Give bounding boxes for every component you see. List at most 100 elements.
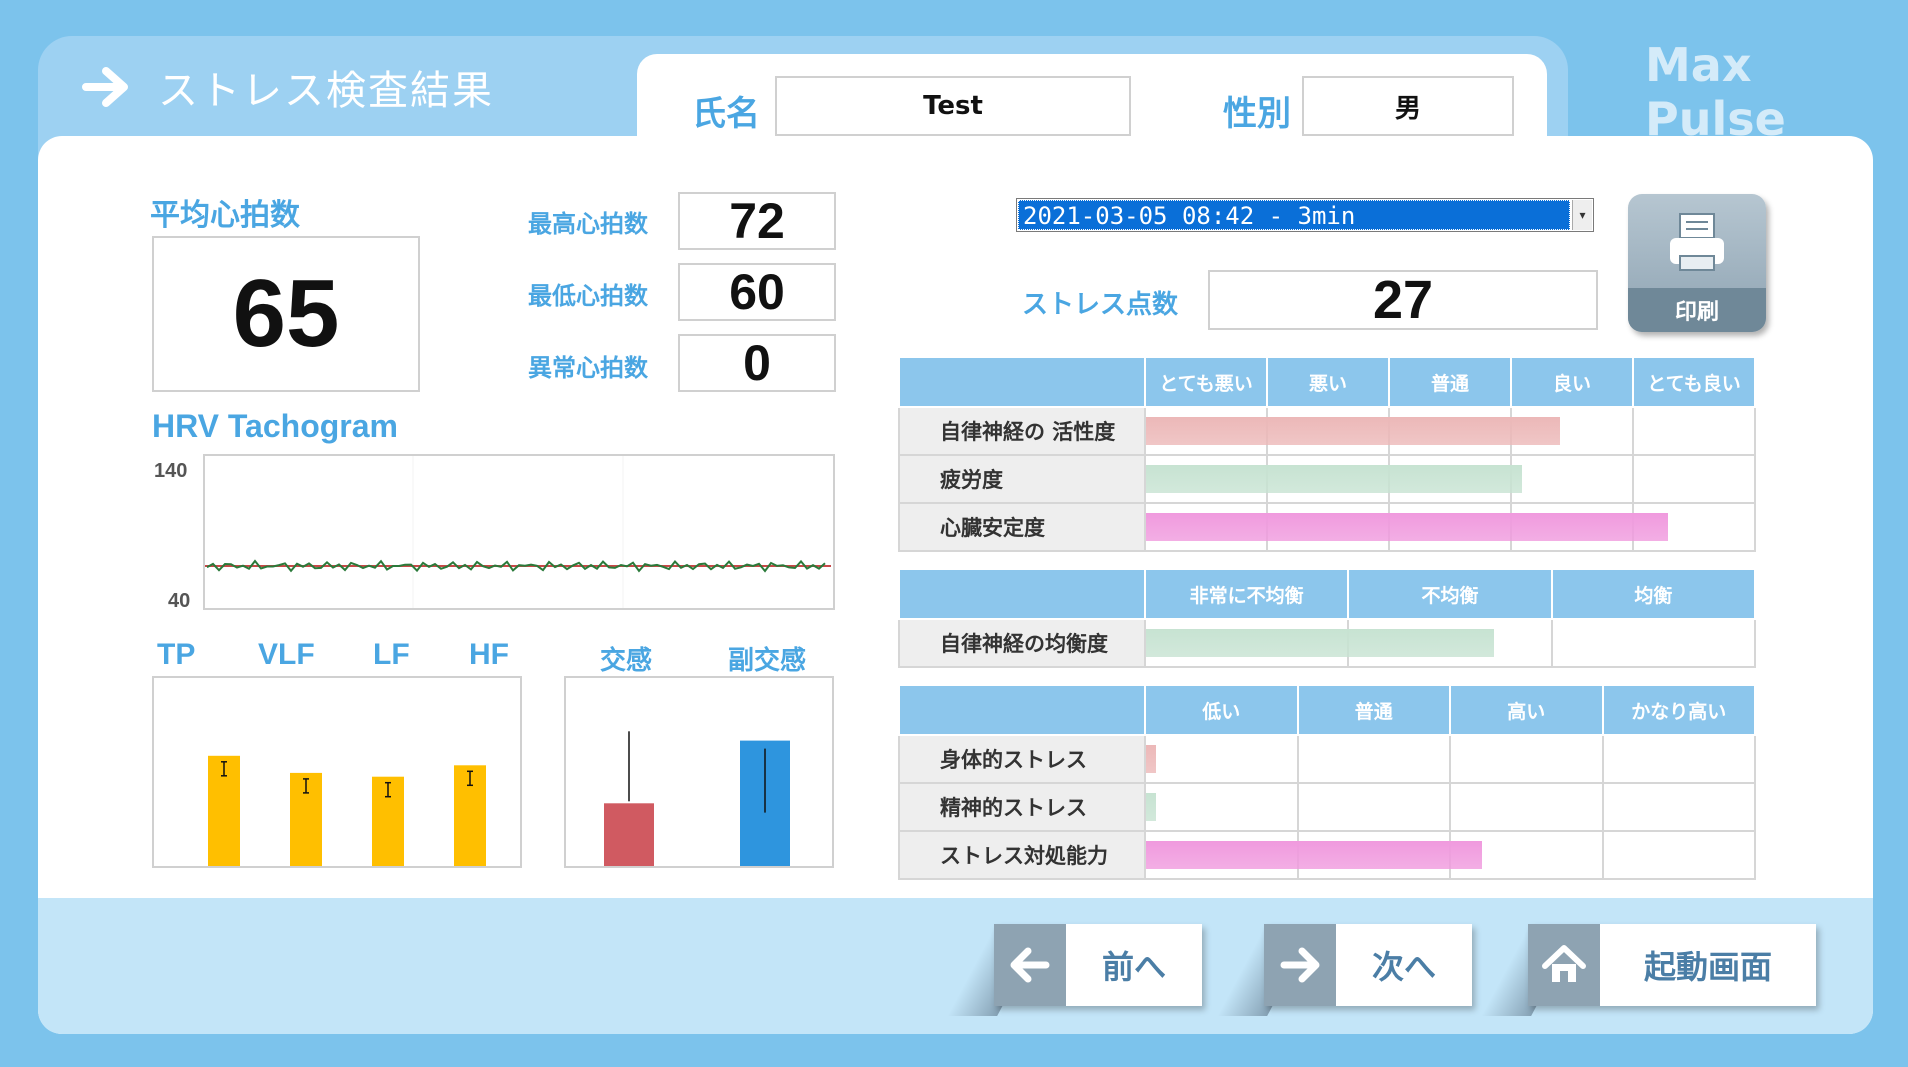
min-heart-rate-value: 60 [678, 263, 836, 321]
vlf-label: VLF [258, 638, 315, 671]
table-row: 自律神経の 活性度 [898, 406, 1756, 456]
table-cell [1144, 454, 1522, 504]
table-cell [1449, 734, 1604, 784]
stress-score-value: 27 [1208, 270, 1598, 330]
page-title: ストレス検査結果 [80, 58, 494, 116]
level-bar [1146, 513, 1668, 541]
table-row: 精神的ストレス [898, 782, 1756, 832]
hrv-chart-frame [203, 454, 835, 610]
gender-field: 男 [1302, 76, 1514, 136]
row-label: 自律神経の均衡度 [898, 618, 1146, 668]
level-bar [1146, 417, 1560, 445]
abnormal-heart-rate-label: 異常心拍数 [528, 354, 648, 382]
name-field: Test [775, 76, 1131, 136]
spectrum-chart [152, 676, 522, 868]
home-button[interactable]: 起動画面 [1528, 924, 1816, 1006]
hrv-y-max-label: 140 [154, 460, 188, 482]
table-cell [1632, 406, 1756, 456]
home-button-label: 起動画面 [1600, 924, 1816, 1006]
table-header-blank [898, 356, 1146, 408]
table-cell [1143, 618, 1494, 668]
table-cell [1601, 830, 1756, 880]
max-heart-rate-label: 最高心拍数 [528, 210, 648, 238]
hrv-tachogram-title: HRV Tachogram [152, 408, 398, 444]
ans-bar [604, 803, 654, 866]
table-header-row: 低い 普通 高い かなり高い [898, 684, 1756, 736]
prev-button[interactable]: 前へ [994, 924, 1202, 1006]
row-label: 精神的ストレス [898, 782, 1146, 832]
table-cell [1449, 782, 1604, 832]
table-cell [1144, 782, 1299, 832]
table-cell [1296, 734, 1451, 784]
printer-icon [1670, 213, 1724, 271]
tp-label: TP [157, 638, 196, 671]
table-cell [1601, 734, 1756, 784]
table-row: 自律神経の均衡度 [898, 618, 1757, 668]
row-label: 疲労度 [898, 454, 1146, 504]
table-cell [1510, 454, 1634, 504]
table-header-cell: 低い [1144, 684, 1299, 736]
ans-chart [564, 676, 834, 868]
table-header-cell: 普通 [1388, 356, 1512, 408]
avg-heart-rate-label: 平均心拍数 [150, 198, 300, 233]
table-row: 身体的ストレス [898, 734, 1756, 784]
table-header-cell: 均衡 [1550, 568, 1757, 620]
chevron-down-icon[interactable]: ▾ [1572, 200, 1592, 230]
print-button[interactable]: 印刷 [1628, 194, 1766, 332]
table-header-blank [898, 684, 1146, 736]
min-heart-rate-label: 最低心拍数 [528, 282, 648, 310]
level-bar [1146, 629, 1494, 657]
hrv-tachogram-chart [203, 454, 835, 610]
table-header-cell: 悪い [1266, 356, 1390, 408]
table-cell [1632, 454, 1756, 504]
table-cell [1144, 502, 1668, 552]
table-header-cell: とても悪い [1144, 356, 1268, 408]
table-header-blank [898, 568, 1146, 620]
table-cell [1550, 618, 1757, 668]
level-bar [1146, 841, 1482, 869]
table-header-cell: 高い [1449, 684, 1604, 736]
parasympathetic-label: 副交感 [728, 646, 807, 676]
arrow-right-icon [82, 67, 128, 107]
print-button-label: 印刷 [1628, 288, 1766, 332]
session-select[interactable]: 2021-03-05 08:42 - 3min ▾ [1016, 198, 1594, 232]
session-select-value: 2021-03-05 08:42 - 3min [1018, 200, 1570, 230]
table-header-cell: 良い [1510, 356, 1634, 408]
table-row: ストレス対処能力 [898, 830, 1756, 880]
name-label: 氏名 [692, 94, 760, 134]
abnormal-heart-rate-value: 0 [678, 334, 836, 392]
table-cell [1601, 782, 1756, 832]
gender-label: 性別 [1223, 94, 1291, 134]
ans-activity-table: とても悪い 悪い 普通 良い とても良い 自律神経の 活性度 疲労度 心臓安定度 [898, 356, 1756, 552]
hf-label: HF [469, 638, 509, 671]
table-cell [1144, 734, 1299, 784]
table-row: 疲労度 [898, 454, 1756, 504]
max-heart-rate-value: 72 [678, 192, 836, 250]
avg-heart-rate-value: 65 [152, 236, 420, 392]
stress-table: 低い 普通 高い かなり高い 身体的ストレス 精神的ストレス ストレス対処能力 [898, 684, 1756, 880]
brand-logo: Max Pulse [1645, 38, 1786, 146]
table-header-row: 非常に不均衡 不均衡 均衡 [898, 568, 1757, 620]
ans-balance-table: 非常に不均衡 不均衡 均衡 自律神経の均衡度 [898, 568, 1757, 668]
table-header-row: とても悪い 悪い 普通 良い とても良い [898, 356, 1756, 408]
lf-label: LF [373, 638, 410, 671]
level-bar [1146, 745, 1156, 773]
row-label: ストレス対処能力 [898, 830, 1146, 880]
arrow-right-icon [1264, 924, 1336, 1006]
arrow-left-icon [994, 924, 1066, 1006]
table-cell [1144, 830, 1482, 880]
stress-score-label: ストレス点数 [1022, 290, 1179, 320]
level-bar [1146, 793, 1156, 821]
table-cell [1296, 782, 1451, 832]
hrv-y-min-label: 40 [168, 590, 191, 612]
sympathetic-label: 交感 [600, 646, 653, 676]
next-button[interactable]: 次へ [1264, 924, 1472, 1006]
home-icon [1528, 924, 1600, 1006]
row-label: 心臓安定度 [898, 502, 1146, 552]
table-header-cell: 不均衡 [1347, 568, 1553, 620]
prev-button-label: 前へ [1066, 924, 1202, 1006]
table-header-cell: 非常に不均衡 [1143, 568, 1350, 620]
table-header-cell: かなり高い [1601, 684, 1756, 736]
table-header-cell: 普通 [1296, 684, 1451, 736]
next-button-label: 次へ [1336, 924, 1472, 1006]
